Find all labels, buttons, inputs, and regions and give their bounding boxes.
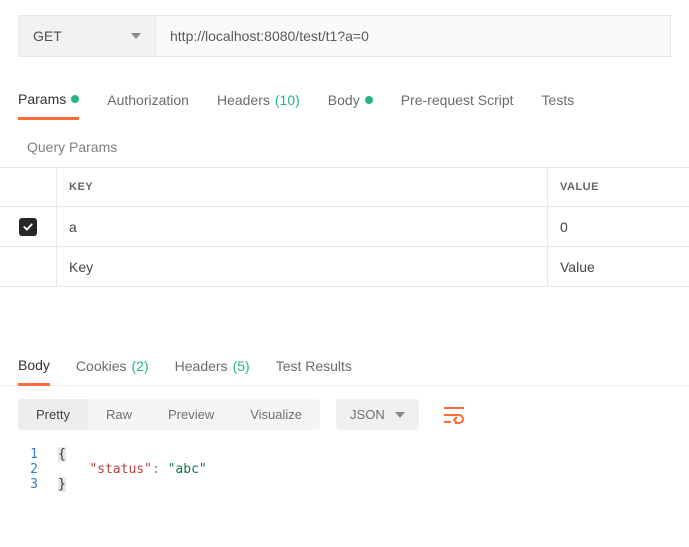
table-row-empty[interactable]: Key Value xyxy=(0,247,689,287)
table-row[interactable]: a 0 xyxy=(0,207,689,247)
query-params-table: KEY VALUE a 0 Key Value xyxy=(0,167,689,287)
code-line: 3 } xyxy=(18,477,671,492)
row-checkbox-cell xyxy=(0,247,56,286)
param-value-placeholder[interactable]: Value xyxy=(547,247,689,286)
tab-pre-request-script[interactable]: Pre-request Script xyxy=(401,86,514,118)
indicator-dot-icon xyxy=(365,96,373,104)
param-value-cell[interactable]: 0 xyxy=(547,207,689,246)
query-params-title: Query Params xyxy=(27,139,671,155)
view-mode-group: Pretty Raw Preview Visualize xyxy=(18,399,320,430)
header-key: KEY xyxy=(56,168,547,206)
http-method-value: GET xyxy=(33,28,62,44)
response-view-bar: Pretty Raw Preview Visualize JSON xyxy=(0,386,689,443)
chevron-down-icon xyxy=(131,33,141,39)
wrap-lines-button[interactable] xyxy=(435,400,473,430)
row-checkbox[interactable] xyxy=(19,218,37,236)
line-number: 1 xyxy=(18,447,58,462)
chevron-down-icon xyxy=(395,412,405,418)
view-pretty-button[interactable]: Pretty xyxy=(18,399,88,430)
request-tabs: Params Authorization Headers (10) Body P… xyxy=(0,85,689,119)
tab-tests[interactable]: Tests xyxy=(542,86,575,118)
code-line: 2 "status": "abc" xyxy=(18,462,671,477)
tab-params[interactable]: Params xyxy=(18,85,79,120)
header-check-col xyxy=(0,168,56,206)
view-raw-button[interactable]: Raw xyxy=(88,399,150,430)
http-method-select[interactable]: GET xyxy=(18,15,156,57)
header-value: VALUE xyxy=(547,168,689,206)
check-icon xyxy=(22,221,34,233)
code-line: 1 { xyxy=(18,447,671,462)
wrap-icon xyxy=(443,406,465,424)
line-number: 2 xyxy=(18,462,58,477)
resp-tab-cookies[interactable]: Cookies (2) xyxy=(76,352,149,384)
resp-tab-test-results[interactable]: Test Results xyxy=(276,352,352,384)
response-type-select[interactable]: JSON xyxy=(336,399,419,430)
table-header: KEY VALUE xyxy=(0,168,689,207)
tab-headers[interactable]: Headers (10) xyxy=(217,86,300,118)
response-body[interactable]: 1 { 2 "status": "abc" 3 } xyxy=(0,443,689,502)
url-input[interactable] xyxy=(156,15,671,57)
tab-authorization[interactable]: Authorization xyxy=(107,86,189,118)
row-checkbox-cell xyxy=(0,207,56,246)
view-visualize-button[interactable]: Visualize xyxy=(232,399,320,430)
param-key-cell[interactable]: a xyxy=(56,207,547,246)
param-key-placeholder[interactable]: Key xyxy=(56,247,547,286)
tab-body[interactable]: Body xyxy=(328,86,373,118)
response-tabs: Body Cookies (2) Headers (5) Test Result… xyxy=(0,351,689,386)
line-number: 3 xyxy=(18,477,58,492)
view-preview-button[interactable]: Preview xyxy=(150,399,232,430)
resp-tab-headers[interactable]: Headers (5) xyxy=(175,352,250,384)
resp-tab-body[interactable]: Body xyxy=(18,351,50,386)
indicator-dot-icon xyxy=(71,95,79,103)
